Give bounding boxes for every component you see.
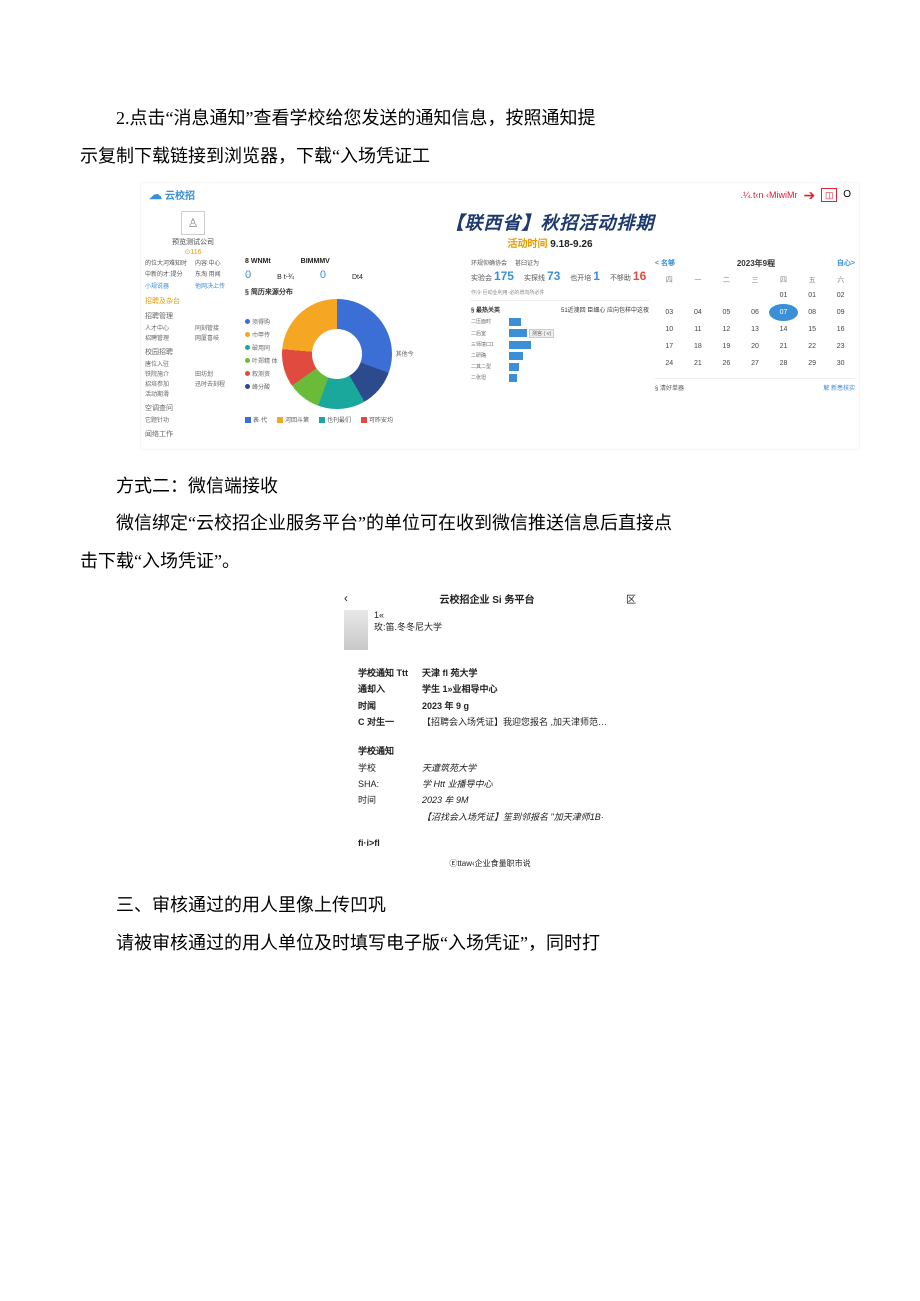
sidebar-item[interactable]: 招聘管理网厦喜岐 [145,333,241,342]
donut-label: 其他今 [396,349,414,358]
separator-text: fi·i>fl [358,838,640,848]
wechat-footer: Ⓔttaw‹企业食量职市说 [340,858,640,869]
paragraph-1-line-2: 示复制下载链接到浏览器，下载“入场凭证工 [80,138,840,176]
dashboard-figure: ☁ 云校招 .¼.t‹n ‹MiwiMr ➔ ◫ O ♙ 预览测试公司 ⊙116… [140,182,860,450]
hbar-chart: 二压面时 二后室测宫·(·v) 三师境口1 二研确 二其二型 二张坦 [471,318,649,382]
sidebar-item[interactable]: 唐位入驻 [145,359,241,368]
avatar-icon [344,610,368,650]
donut-chart [282,299,392,409]
wechat-figure: ‹ 云校招企业 Si 务平台 区 1« 玫:笛.冬冬尼大学 学校通知 Ttt天津… [340,589,640,869]
arrow-icon: ➔ [803,188,815,202]
banner-title: 【联西省】秋招活动排期 [245,209,855,235]
metric-label: 8 WNMt [245,258,271,265]
sidebar-group-network[interactable]: 闻络工作 [145,429,241,439]
cal-title: 2023年9程 [737,258,775,269]
sidebar-group-recruit[interactable]: 招聘及杂台 [145,296,241,306]
sidebar-item[interactable]: 它题针功 [145,415,241,424]
paragraph-1-line-1: 2.点击“消息通知”查看学校给您发送的通知信息，按照通知提 [80,100,840,138]
paragraph-3: 请被审核通过的用人单位及时填写电子版“入场凭证”，同时打 [80,925,840,963]
back-icon[interactable]: ‹ [344,591,348,605]
chart-footer: 表·代 河回斗第 也刊最们 可昨安均 [245,415,465,424]
sidebar-group-survey[interactable]: 空调查问 [145,403,241,413]
sidebar-item[interactable]: 人才中心同刻管接 [145,323,241,332]
banner-subtitle: 活动时间 9.18-9.26 [245,235,855,250]
dashboard-logo: ☁ 云校招 [149,187,195,203]
paragraph-2-line-1: 微信绑定“云校招企业服务平台”的单位可在收到微信推送信息后直接点 [80,505,840,543]
sidebar-badge: ⊙116 [145,248,241,256]
metric-value: 0 [320,269,326,281]
cal-prev[interactable]: < 名够 [655,258,675,269]
sidebar-group-manage[interactable]: 招聘管理 [145,311,241,321]
donut-legend: 须得购 巾甲传 破用同 叶郑精 体 叙测资 峰分酸 [245,317,278,391]
top-right-text: .¼.t‹n ‹MiwiMr [740,190,797,200]
avatar-icon[interactable]: ♙ [181,211,205,235]
metrics-row: 实验会 175 实探线 73 也开培 1 不够助 16 [471,269,649,283]
message-icon[interactable]: ◫ [821,188,837,202]
cloud-icon: ☁ [149,187,162,203]
method-2-title: 方式二：微信端接收 [80,468,840,506]
paragraph-2-line-2: 击下载“入场凭证”。 [80,543,840,581]
dashboard-sidebar: ♙ 预览测试公司 ⊙116 的位大河难知时内容:中心 中新的才:提分东淘 用闻 … [145,209,241,441]
wechat-title: 云校招企业 Si 务平台 [439,591,534,606]
section-3-title: 三、审核通过的用人里像上传凹巩 [80,887,840,925]
cal-more-link[interactable]: 解 新患核实 [823,383,855,392]
notice-card-2[interactable]: 学校通知 学校天遭筑苑大学 SHA:学 Htt 业播导中心 时间2023 牟 9… [358,744,640,825]
sidebar-group-campus[interactable]: 校园招聘 [145,347,241,357]
metric-label: BIMMMV [301,258,330,265]
sidebar-links[interactable]: 小规说器他网决上传 [145,281,241,290]
sidebar-item[interactable]: 招培参加迅时去刻程 [145,379,241,388]
notice-card-1[interactable]: 学校通知 Ttt天津 fl 苑大学 通却入学生 1»业相导中心 时闻2023 年… [358,666,640,730]
sidebar-company: 预览测试公司 [145,237,241,247]
message-count: O [843,189,851,200]
sidebar-item[interactable]: 活动期滑 [145,389,241,398]
sidebar-item[interactable]: 铁院施介田坊划 [145,369,241,378]
section-title: § 简历来源分布 [245,287,465,297]
calendar[interactable]: 四一 二三 四五 六 010102 03040506070809 1011121… [655,273,855,372]
close-icon[interactable]: 区 [626,591,636,606]
cal-next[interactable]: 自心> [837,258,855,269]
metric-value: 0 [245,269,251,281]
